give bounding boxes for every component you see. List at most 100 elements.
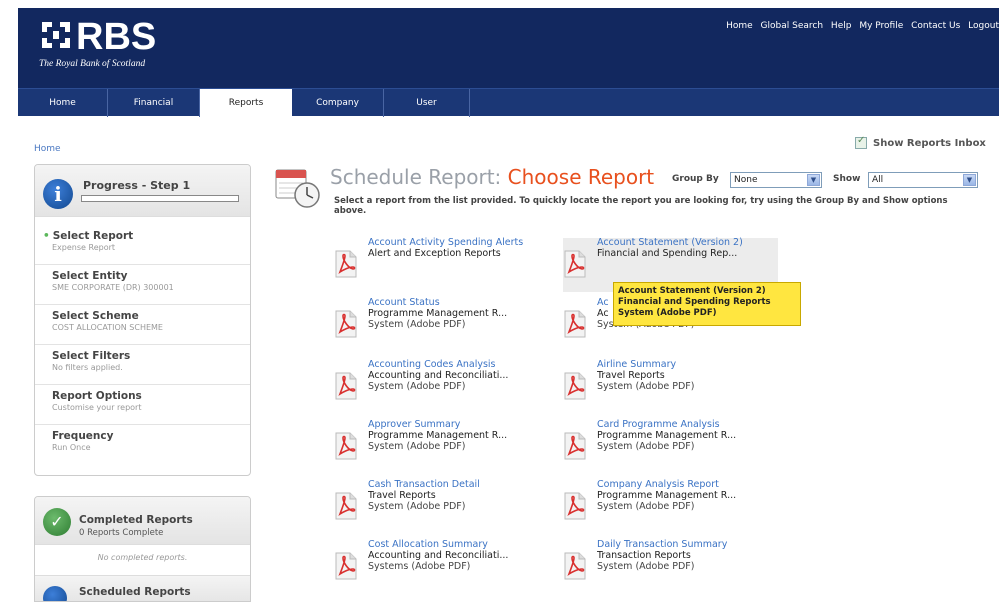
main-nav: Home Financial Reports Company User <box>18 88 999 118</box>
report-tooltip: Account Statement (Version 2) Financial … <box>613 282 801 326</box>
report-category: Travel Reports <box>597 370 665 381</box>
report-name-link[interactable]: Accounting Codes Analysis <box>368 360 538 370</box>
pdf-icon <box>334 492 358 520</box>
group-by-label: Group By <box>672 174 719 184</box>
report-details: Card Programme Analysis Programme Managem… <box>597 420 767 453</box>
tab-user[interactable]: User <box>384 89 470 117</box>
toplink-home[interactable]: Home <box>726 21 753 31</box>
step-select-report[interactable]: Select Report Expense Report <box>35 225 250 265</box>
progress-bar <box>81 195 239 202</box>
report-details: Daily Transaction Summary Transaction Rep… <box>597 540 767 573</box>
brand-name: RBS <box>76 16 157 58</box>
step-frequency[interactable]: Frequency Run Once <box>35 425 250 465</box>
report-name-link[interactable]: Account Status <box>368 298 538 308</box>
report-item[interactable]: Cost Allocation Summary Accounting and Re… <box>334 540 549 594</box>
pdf-icon <box>334 310 358 338</box>
rbs-logo[interactable]: RBS The Royal Bank of Scotland <box>38 18 156 69</box>
report-details: Cost Allocation Summary Accounting and Re… <box>368 540 538 573</box>
progress-title: Progress - Step 1 <box>83 179 191 192</box>
report-system: System (Adobe PDF) <box>368 319 466 330</box>
progress-header: i Progress - Step 1 <box>35 165 250 217</box>
instructions-text: Select a report from the list provided. … <box>334 196 948 216</box>
chevron-down-icon[interactable]: ▼ <box>963 174 976 186</box>
report-item[interactable]: Approver Summary Programme Management R..… <box>334 420 549 474</box>
rbs-daisy-wheel-icon <box>38 18 74 52</box>
step-select-entity[interactable]: Select Entity SME CORPORATE (DR) 300001 <box>35 265 250 305</box>
report-system: System (Adobe PDF) <box>597 501 695 512</box>
report-category: Transaction Reports <box>597 550 691 561</box>
report-name-link[interactable]: Company Analysis Report <box>597 480 767 490</box>
report-details: Approver Summary Programme Management R..… <box>368 420 538 453</box>
tab-company[interactable]: Company <box>292 89 384 117</box>
report-item[interactable]: Cash Transaction Detail Travel Reports Sys… <box>334 480 549 534</box>
toplink-my-profile[interactable]: My Profile <box>859 21 903 31</box>
toplink-help[interactable]: Help <box>831 21 852 31</box>
toplink-logout[interactable]: Logout <box>968 21 999 31</box>
page-title: Schedule Report: Choose Report <box>330 165 655 189</box>
report-details: Airline Summary Travel Reports System (Ado… <box>597 360 767 393</box>
report-system: Systems (Adobe PDF) <box>368 561 471 572</box>
report-item[interactable]: Daily Transaction Summary Transaction Rep… <box>563 540 778 594</box>
report-item[interactable]: Company Analysis Report Programme Managem… <box>563 480 778 534</box>
report-name-link[interactable]: Account Activity Spending Alerts <box>368 238 538 248</box>
scheduled-title: Scheduled Reports <box>79 586 191 598</box>
report-system: System (Adobe PDF) <box>597 381 695 392</box>
step-select-filters[interactable]: Select Filters No filters applied. <box>35 345 250 385</box>
report-name-link[interactable]: Cost Allocation Summary <box>368 540 538 550</box>
report-item[interactable]: Account Status Programme Management R... S… <box>334 298 549 352</box>
chevron-down-icon[interactable]: ▼ <box>807 174 820 186</box>
report-details: Company Analysis Report Programme Managem… <box>597 480 767 513</box>
report-system: System (Adobe PDF) <box>597 561 695 572</box>
report-details: Account Status Programme Management R... S… <box>368 298 538 331</box>
toplink-global-search[interactable]: Global Search <box>761 21 824 31</box>
tab-financial[interactable]: Financial <box>108 89 200 117</box>
show-select[interactable]: All ▼ <box>868 172 978 188</box>
report-item[interactable]: Card Programme Analysis Programme Managem… <box>563 420 778 474</box>
pdf-icon <box>334 250 358 278</box>
group-by-select[interactable]: None ▼ <box>730 172 822 188</box>
scheduled-header[interactable]: Scheduled Reports <box>35 575 250 601</box>
show-reports-inbox[interactable]: Show Reports Inbox <box>855 135 986 149</box>
completed-empty-text: No completed reports. <box>97 553 188 562</box>
pdf-icon <box>563 372 587 400</box>
inbox-label: Show Reports Inbox <box>873 138 986 149</box>
report-name-link[interactable]: Airline Summary <box>597 360 767 370</box>
toplink-contact-us[interactable]: Contact Us <box>911 21 960 31</box>
calendar-clock-icon <box>274 166 322 210</box>
report-system: System (Adobe PDF) <box>368 441 466 452</box>
pdf-icon <box>563 250 587 278</box>
report-item[interactable]: Airline Summary Travel Reports System (Ado… <box>563 360 778 414</box>
report-item[interactable]: Accounting Codes Analysis Accounting and … <box>334 360 549 414</box>
report-category: Programme Management R... <box>368 308 508 319</box>
report-item[interactable]: Account Activity Spending Alerts Alert an… <box>334 238 549 292</box>
step-select-scheme[interactable]: Select Scheme COST ALLOCATION SCHEME <box>35 305 250 345</box>
top-links: Home Global Search Help My Profile Conta… <box>721 21 999 31</box>
report-category: Accounting and Reconciliati... <box>368 550 509 561</box>
inbox-checkbox[interactable] <box>855 135 867 149</box>
report-name-link[interactable]: Card Programme Analysis <box>597 420 767 430</box>
report-details: Account Activity Spending Alerts Alert an… <box>368 238 538 260</box>
pdf-icon <box>563 492 587 520</box>
report-category: Financial and Spending Rep... <box>597 248 738 259</box>
report-system: System (Adobe PDF) <box>368 501 466 512</box>
completed-title: Completed Reports <box>79 514 193 526</box>
completed-count: 0 Reports Complete <box>79 528 164 538</box>
report-category: Travel Reports <box>368 490 436 501</box>
tab-reports[interactable]: Reports <box>200 89 292 118</box>
report-name-link[interactable]: Approver Summary <box>368 420 538 430</box>
progress-panel: i Progress - Step 1 Select Report Expens… <box>34 164 251 476</box>
pdf-icon <box>563 432 587 460</box>
pdf-icon <box>334 372 358 400</box>
report-category: Programme Management R... <box>368 430 508 441</box>
site-header: RBS The Royal Bank of Scotland Home Glob… <box>18 8 999 88</box>
report-category: Accounting and Reconciliati... <box>368 370 509 381</box>
step-report-options[interactable]: Report Options Customise your report <box>35 385 250 425</box>
report-name-link[interactable]: Cash Transaction Detail <box>368 480 538 490</box>
breadcrumb-home[interactable]: Home <box>34 144 61 154</box>
tab-home[interactable]: Home <box>18 89 108 117</box>
report-name-link[interactable]: Daily Transaction Summary <box>597 540 767 550</box>
report-category: Alert and Exception Reports <box>368 248 501 259</box>
report-name-link[interactable]: Account Statement (Version 2) <box>597 238 767 248</box>
report-details: Accounting Codes Analysis Accounting and … <box>368 360 538 393</box>
report-details: Cash Transaction Detail Travel Reports Sys… <box>368 480 538 513</box>
